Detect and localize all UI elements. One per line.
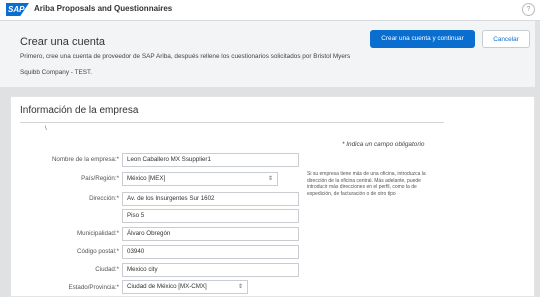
municipality-label: Municipalidad:* [77, 230, 119, 237]
state-select-value: Ciudad de México [MX-CMX] [127, 283, 207, 290]
address-line2-input[interactable]: Piso 5 [122, 209, 299, 223]
country-select-value: México [MEX] [127, 175, 166, 182]
select-arrow-icon: ⇕ [267, 176, 273, 182]
company-name-label: Nombre de la empresa:* [51, 156, 119, 163]
address-help-text: Si su empresa tiene más de una oficina, … [307, 171, 426, 197]
top-bar: SAP Ariba Proposals and Questionnaires ⌄… [0, 0, 540, 21]
required-field-note: * Indica un campo obligatorio [342, 141, 425, 148]
intro-text: Primero, cree una cuenta de proveedor de… [20, 53, 351, 60]
app-title[interactable]: Ariba Proposals and Questionnaires [34, 4, 172, 13]
intro-text-continued: Squibb Company - TEST. [20, 69, 92, 76]
postal-code-label: Código postal:* [77, 248, 119, 255]
scrollbar[interactable] [535, 21, 540, 297]
city-input[interactable]: Mexico city [122, 263, 299, 277]
city-label: Ciudad:* [95, 266, 119, 273]
chevron-down-icon[interactable]: ⌄ [157, 4, 163, 12]
state-select[interactable]: Ciudad de México [MX-CMX] ⇕ [122, 280, 248, 294]
state-label: Estado/Provincia:* [68, 284, 119, 291]
postal-code-input[interactable]: 03940 [122, 245, 299, 259]
section-title: Información de la empresa [20, 105, 139, 116]
cancel-button[interactable]: Cancelar [482, 30, 530, 48]
section-divider [20, 122, 444, 123]
help-icon[interactable]: ? [522, 3, 535, 16]
country-select[interactable]: México [MEX] ⇕ [122, 172, 278, 186]
sap-logo: SAP [6, 3, 29, 16]
create-account-button[interactable]: Crear una cuenta y continuar [370, 30, 475, 48]
country-label: País/Región:* [81, 175, 119, 182]
address-line1-input[interactable]: Av. de los Insurgentes Sur 1602 [122, 192, 299, 206]
page-title: Crear una cuenta [20, 36, 105, 48]
address-label: Dirección:* [89, 195, 119, 202]
select-arrow-icon: ⇕ [237, 284, 243, 290]
stray-mark: \ [45, 126, 47, 132]
company-name-input[interactable]: Leon Caballero MX Ssupplier1 [122, 153, 299, 167]
municipality-input[interactable]: Álvaro Obregón [122, 227, 299, 241]
